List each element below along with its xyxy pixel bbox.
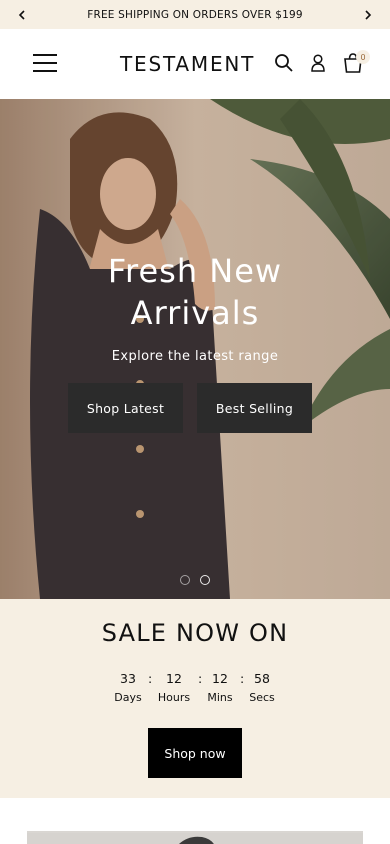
- hero-title: Fresh New Arrivals: [0, 250, 390, 334]
- site-header: TESTAMENT 0: [0, 29, 390, 99]
- countdown-mins-label: Mins: [207, 691, 233, 704]
- sale-heading: SALE NOW ON: [101, 619, 289, 647]
- promo-image[interactable]: [27, 831, 363, 844]
- hero-banner: Fresh New Arrivals Explore the latest ra…: [0, 99, 390, 599]
- shop-latest-button[interactable]: Shop Latest: [68, 383, 183, 433]
- countdown-hours: 12 Hours: [154, 671, 194, 704]
- site-logo[interactable]: TESTAMENT: [120, 52, 255, 76]
- hero-title-line-1: Fresh New: [107, 252, 283, 290]
- chevron-right-icon[interactable]: [354, 0, 382, 29]
- best-selling-button[interactable]: Best Selling: [197, 383, 312, 433]
- countdown-hours-value: 12: [166, 671, 182, 686]
- user-icon[interactable]: [307, 51, 329, 75]
- announcement-text: FREE SHIPPING ON ORDERS OVER $199: [87, 8, 303, 21]
- countdown-timer: 33 Days : 12 Hours : 12 Mins : 58 Secs: [0, 671, 390, 711]
- countdown-days-label: Days: [114, 691, 142, 704]
- countdown-secs-label: Secs: [249, 691, 275, 704]
- countdown-separator: :: [198, 671, 203, 686]
- hero-subtitle: Explore the latest range: [111, 349, 279, 364]
- countdown-secs: 58 Secs: [246, 671, 278, 704]
- countdown-days: 33 Days: [113, 671, 143, 704]
- countdown-days-value: 33: [120, 671, 136, 686]
- slide-dot-1[interactable]: [180, 575, 190, 585]
- countdown-separator: :: [148, 671, 153, 686]
- countdown-hours-label: Hours: [157, 691, 191, 704]
- hero-title-line-2: Arrivals: [130, 294, 260, 332]
- shop-now-button[interactable]: Shop now: [148, 728, 242, 778]
- chevron-left-icon[interactable]: [8, 0, 36, 29]
- countdown-secs-value: 58: [254, 671, 270, 686]
- countdown-separator: :: [240, 671, 245, 686]
- slide-pagination: [0, 575, 390, 585]
- slide-dot-2[interactable]: [200, 575, 210, 585]
- cart-count-badge: 0: [356, 50, 370, 64]
- announcement-bar: FREE SHIPPING ON ORDERS OVER $199: [0, 0, 390, 29]
- hamburger-icon[interactable]: [33, 54, 57, 74]
- sale-section: SALE NOW ON 33 Days : 12 Hours : 12 Mins…: [0, 599, 390, 798]
- countdown-mins-value: 12: [212, 671, 228, 686]
- search-icon[interactable]: [273, 51, 295, 75]
- countdown-mins: 12 Mins: [204, 671, 236, 704]
